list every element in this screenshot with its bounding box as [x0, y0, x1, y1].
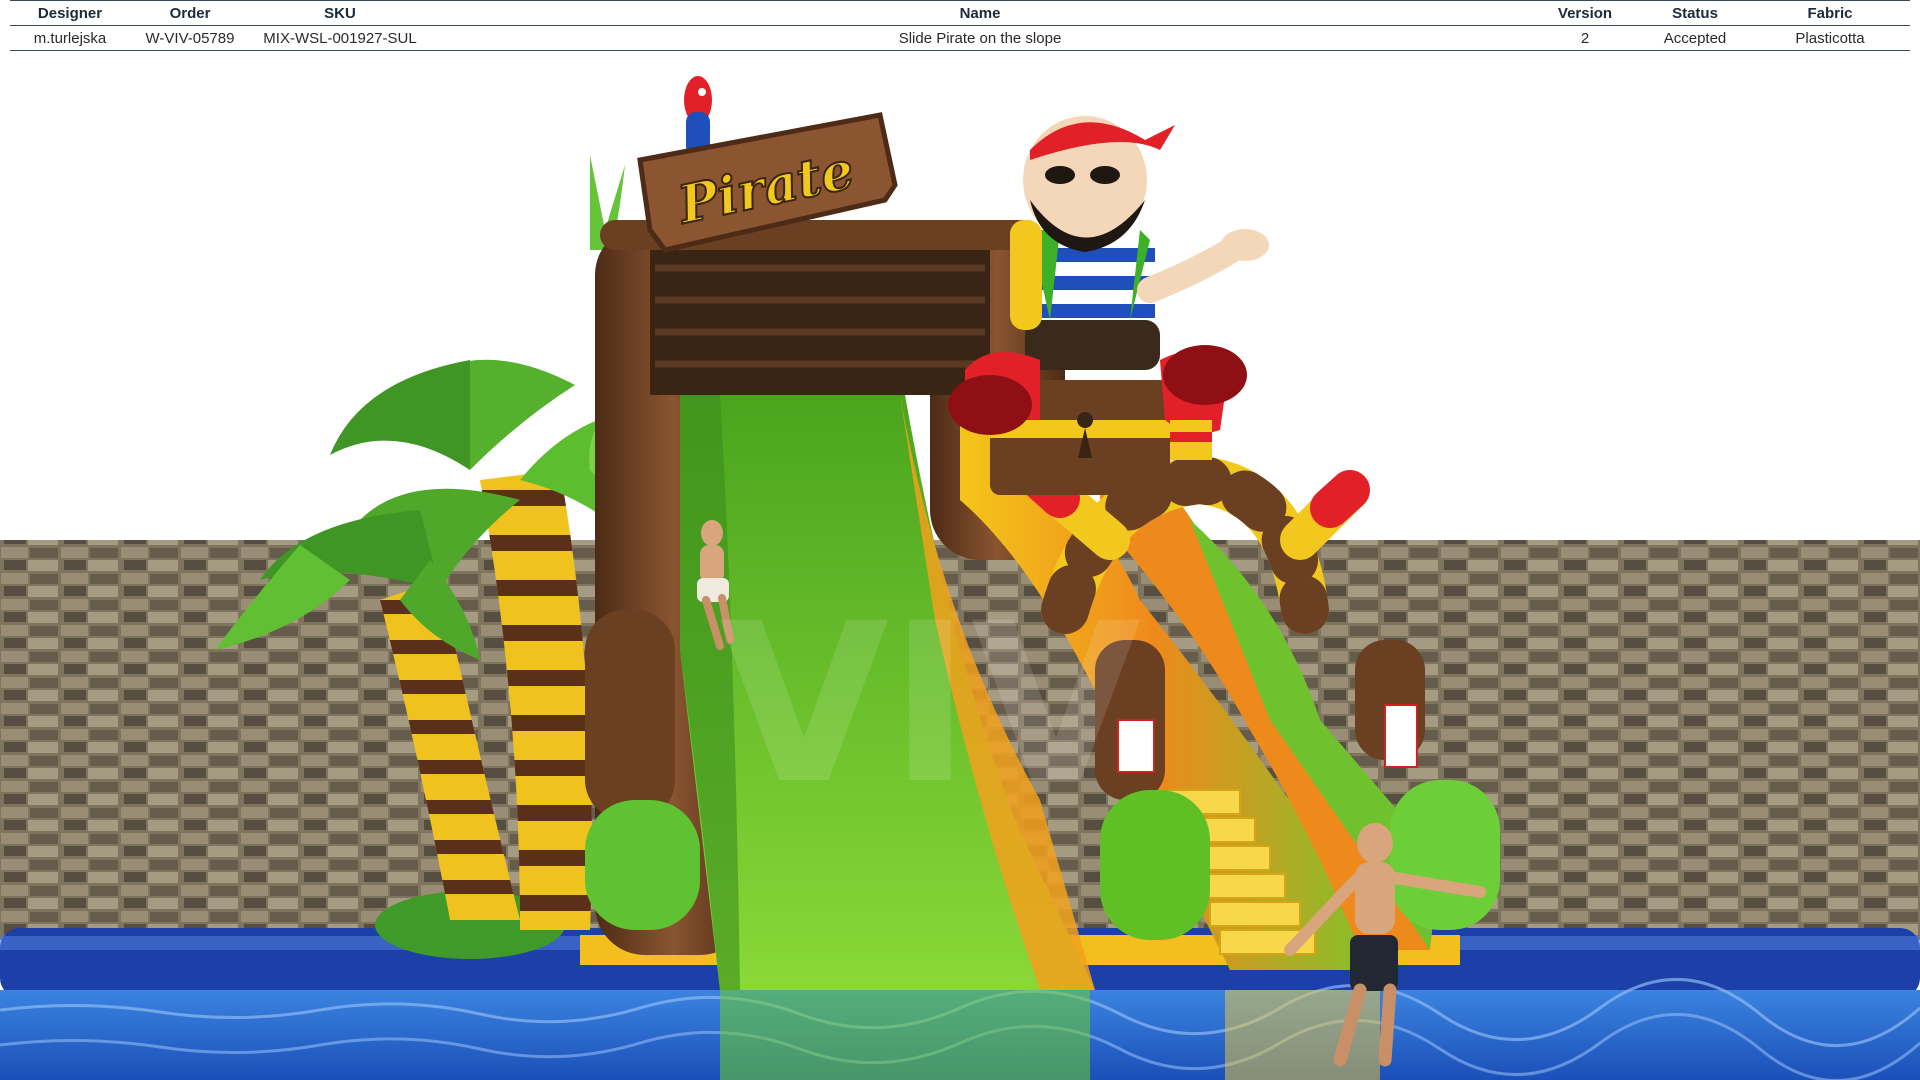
product-info-header: Designer Order SKU Name Version Status F… [10, 0, 1910, 56]
header-sku: SKU [250, 0, 430, 26]
cell-version: 2 [1530, 25, 1640, 51]
cell-name: Slide Pirate on the slope [430, 25, 1530, 51]
cell-designer: m.turlejska [10, 25, 130, 51]
header-fabric: Fabric [1750, 0, 1910, 26]
header-designer: Designer [10, 0, 130, 26]
product-render: Pirate VIV [0, 56, 1920, 1080]
safety-label [1384, 704, 1418, 768]
cell-status: Accepted [1640, 25, 1750, 51]
cell-fabric: Plasticotta [1750, 25, 1910, 51]
render-illustration: Pirate VIV [0, 56, 1920, 1080]
header-status: Status [1640, 0, 1750, 26]
header-version: Version [1530, 0, 1640, 26]
cell-order: W-VIV-05789 [130, 25, 250, 51]
cell-sku: MIX-WSL-001927-SUL [250, 25, 430, 51]
header-name: Name [430, 0, 1530, 26]
header-order: Order [130, 0, 250, 26]
table-header-row: Designer Order SKU Name Version Status F… [10, 0, 1910, 26]
table-row: m.turlejska W-VIV-05789 MIX-WSL-001927-S… [10, 25, 1910, 51]
svg-text:VIV: VIV [719, 576, 1141, 832]
product-info-table: Designer Order SKU Name Version Status F… [10, 0, 1910, 51]
